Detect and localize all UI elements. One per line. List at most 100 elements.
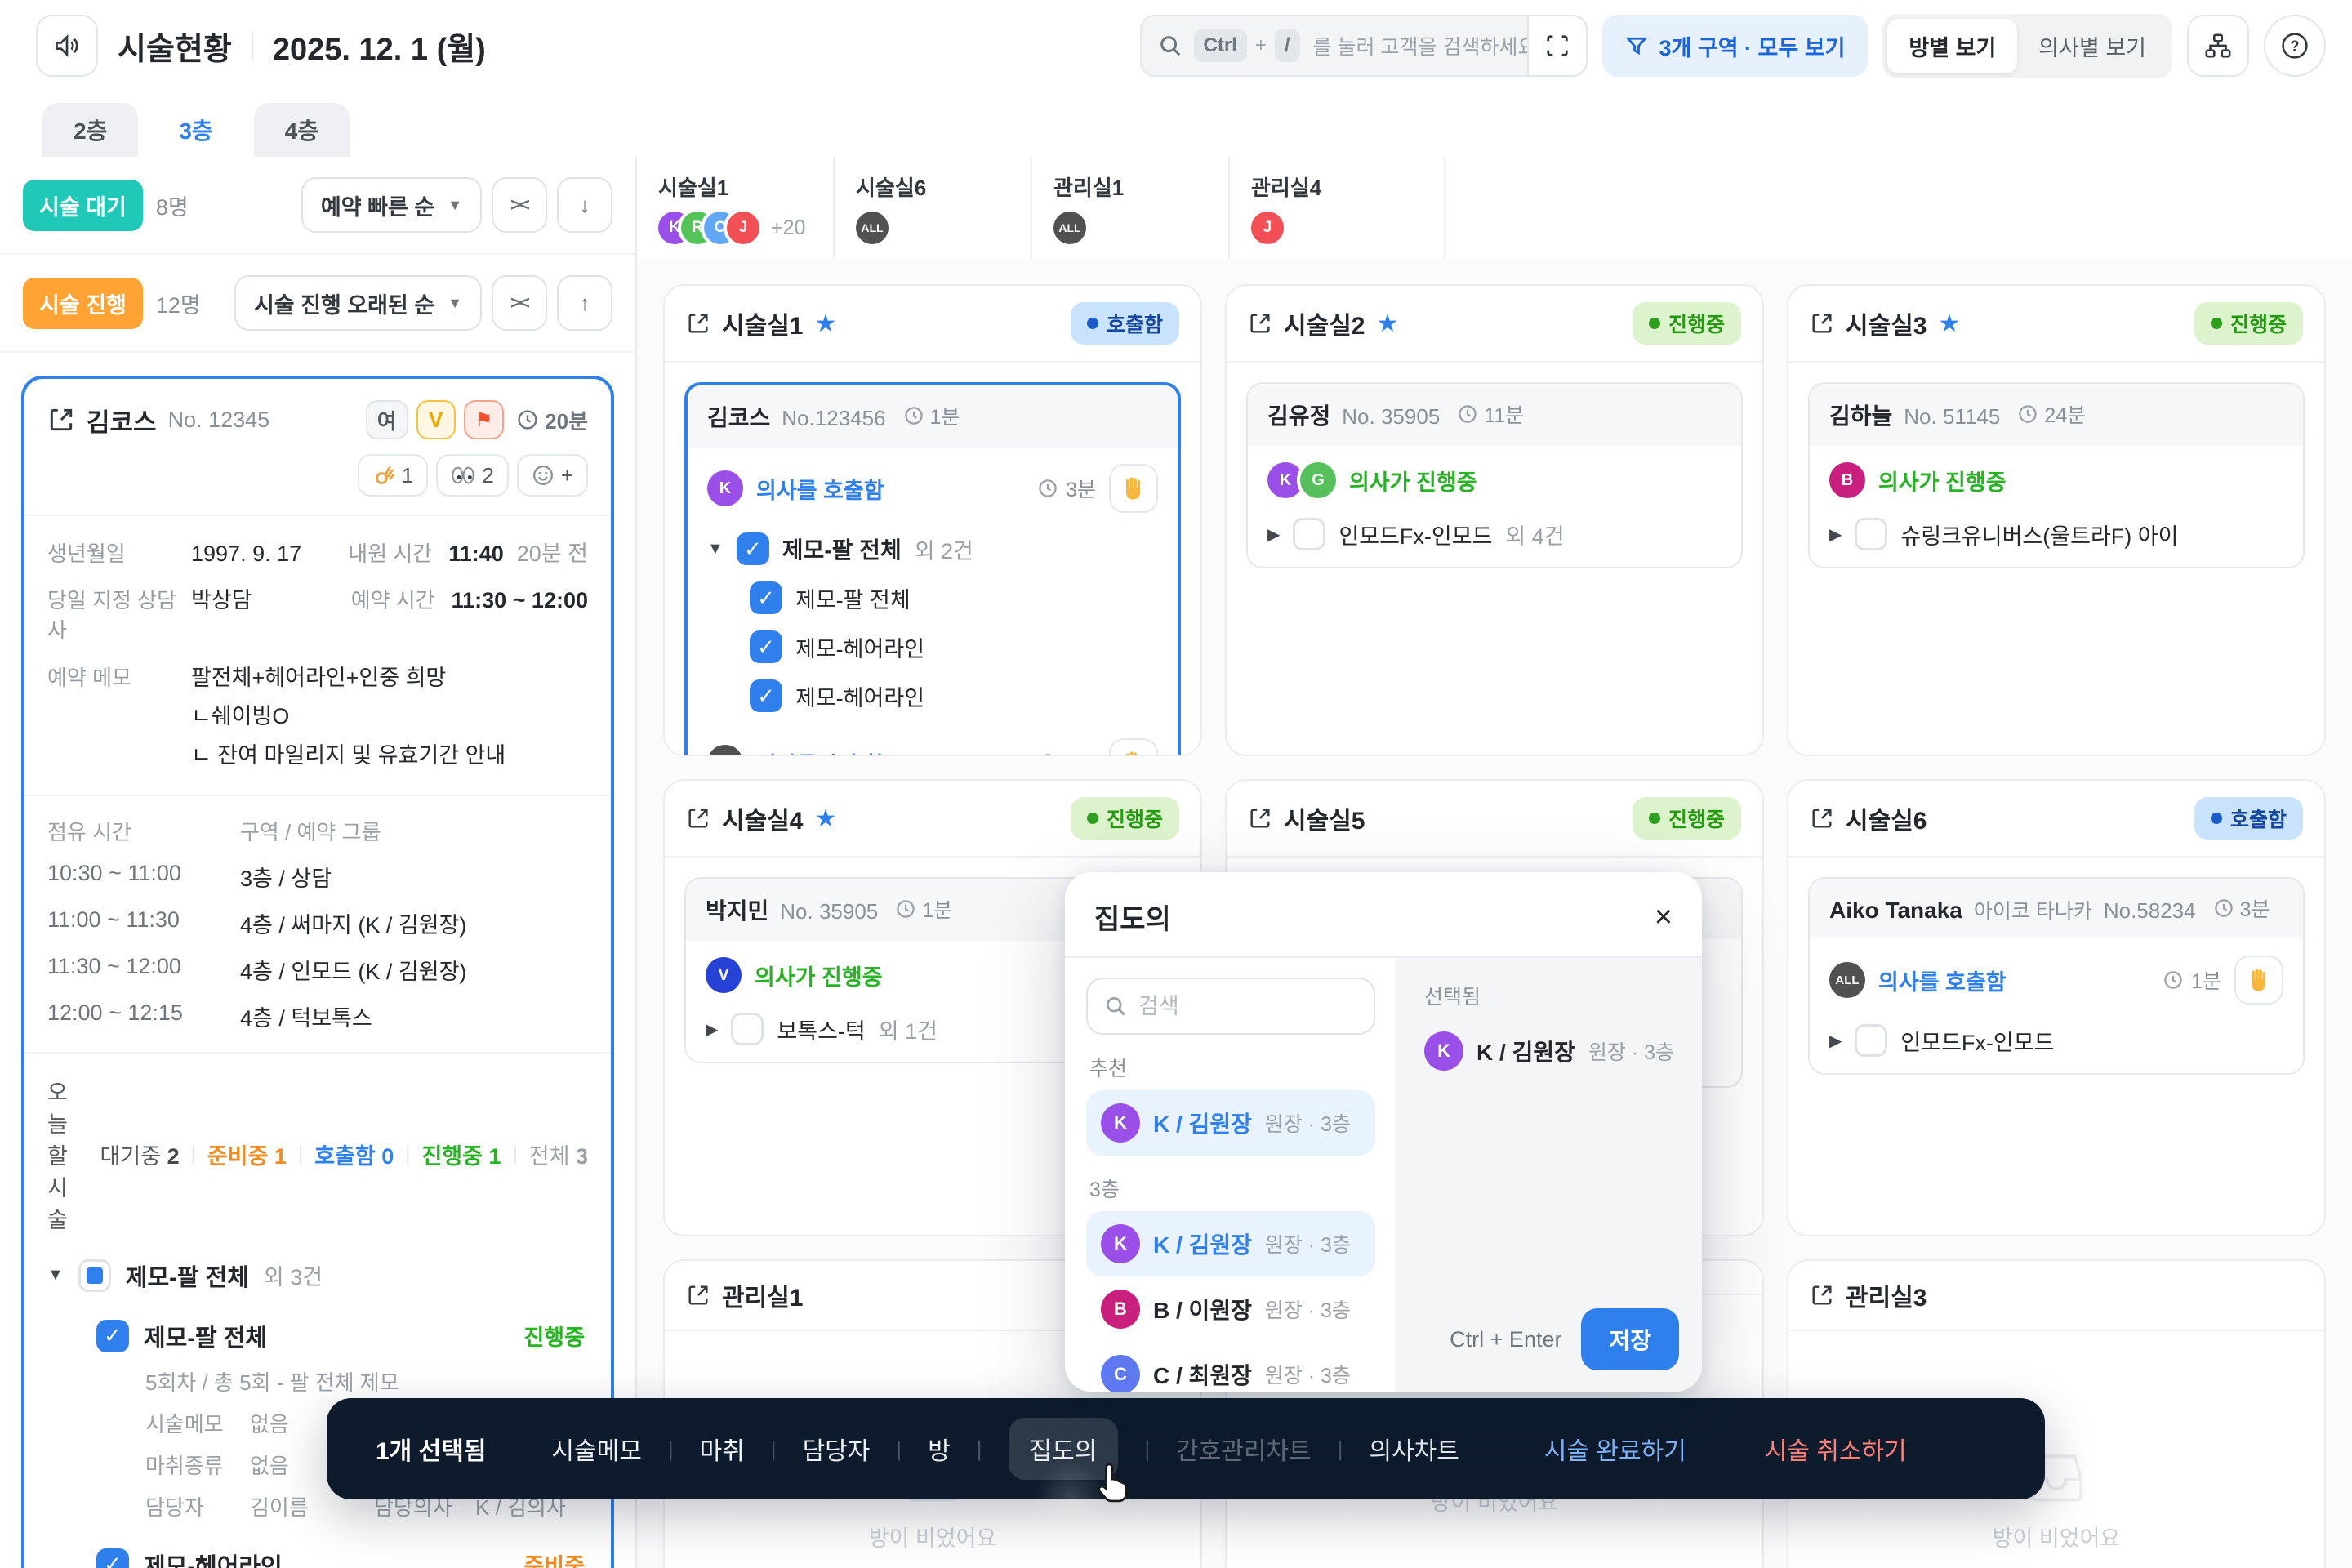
treatment-group-row[interactable]: ▼ 제모-팔 전체 외 3건 (47, 1258, 588, 1293)
complete-treatment-button[interactable]: 시술 완료하기 (1544, 1431, 1686, 1467)
action-doctor-chart[interactable]: 의사차트 (1369, 1431, 1459, 1467)
strip-cell[interactable]: 관리실4 J (1230, 157, 1446, 258)
room-card-6[interactable]: 시술실6 호출함 Aiko Tanaka 아이코 타나카 No.58234 3분 (1787, 779, 2326, 1236)
move-up-button[interactable]: ↑ (557, 275, 612, 331)
star-icon[interactable]: ★ (1377, 310, 1399, 338)
kbd-slash: / (1275, 29, 1300, 62)
caret-down-icon[interactable]: ▼ (707, 540, 724, 559)
room-patient-card[interactable]: 김유정 No. 35905 11분 K G 의사가 진행중 (1246, 382, 1743, 568)
treatment-tree-row[interactable]: ▶ 인모드Fx-인모드 (1829, 1024, 2283, 1057)
doctor-status-row: B 의사가 진행중 (1829, 462, 2283, 498)
caret-right-icon[interactable]: ▶ (706, 1019, 718, 1040)
help-button[interactable]: ? (2264, 15, 2326, 77)
tab-floor-2[interactable]: 2층 (42, 103, 138, 157)
treatment-tree-row[interactable]: ✓제모-팔 전체 (750, 581, 1158, 614)
action-anesthesia[interactable]: 마취 (700, 1431, 745, 1467)
room-card-3[interactable]: 시술실3 ★ 진행중 김하늘 No. 51145 24분 (1787, 284, 2326, 756)
checkbox-unchecked[interactable] (1855, 518, 1887, 550)
checkbox-unchecked[interactable] (1855, 1024, 1887, 1057)
patient-number: No. 35905 (780, 899, 878, 924)
room-patient-card[interactable]: Aiko Tanaka 아이코 타나카 No.58234 3분 ALL 의사를 … (1808, 877, 2305, 1075)
caret-right-icon[interactable]: ▶ (1267, 524, 1280, 545)
raise-hand-button[interactable] (1109, 464, 1158, 513)
raise-hand-button[interactable] (2234, 956, 2283, 1004)
item-checkbox[interactable]: ✓ (96, 1320, 129, 1352)
star-icon[interactable]: ★ (815, 310, 837, 338)
action-treatment-memo[interactable]: 시술메모 (551, 1431, 641, 1467)
reaction-ok-chip[interactable]: 1 (358, 454, 428, 497)
treatment-tree-row[interactable]: ▶ 슈링크유니버스(울트라F) 아이 (1829, 518, 2283, 550)
doctor-option[interactable]: B B / 이원장 원장 · 3층 (1086, 1276, 1375, 1342)
treatment-tree-row[interactable]: ▼ ✓ 제모-팔 전체 외 2건 (707, 532, 1158, 565)
action-room[interactable]: 방 (928, 1431, 951, 1467)
checkbox-unchecked[interactable] (731, 1013, 764, 1045)
strip-cell[interactable]: 시술실6 ALL (835, 157, 1032, 258)
elapsed-time: 20분 (545, 405, 588, 435)
checkbox-checked[interactable]: ✓ (750, 679, 782, 712)
waiting-sort-select[interactable]: 예약 빠른 순▼ (301, 177, 482, 233)
occupancy-table: 점유 시간 구역 / 예약 그룹 10:30 ~ 11:003층 / 상담 11… (24, 796, 611, 1054)
caret-down-icon[interactable]: ▼ (47, 1266, 64, 1285)
patient-name: 박지민 (706, 893, 768, 926)
item-checkbox[interactable]: ✓ (96, 1548, 129, 1568)
group-checkbox[interactable] (78, 1259, 111, 1292)
caret-right-icon[interactable]: ▶ (1829, 524, 1842, 545)
strip-cell[interactable]: 시술실1 K R O J +20 (637, 157, 835, 258)
sound-toggle-button[interactable] (36, 15, 98, 77)
collapse-all-button[interactable]: >< (492, 275, 547, 331)
collapse-all-button[interactable]: >< (492, 177, 547, 233)
strip-cell[interactable]: 관리실1 ALL (1032, 157, 1230, 258)
doctor-option[interactable]: K K / 김원장 원장 · 3층 (1086, 1211, 1375, 1276)
treatment-tree-row[interactable]: ▶ 인모드Fx-인모드 외 4건 (1267, 518, 1722, 550)
add-reaction-chip[interactable]: + (517, 454, 588, 497)
view-by-doctor-tab[interactable]: 의사별 보기 (2017, 19, 2167, 74)
reaction-eyes-chip[interactable]: 2 (436, 454, 508, 497)
tree-extra: 외 2건 (915, 533, 973, 565)
action-nursing-chart[interactable]: 간호관리차트 (1176, 1431, 1312, 1467)
ongoing-count: 12명 (156, 287, 201, 319)
save-button[interactable]: 저장 (1581, 1308, 1679, 1370)
move-down-button[interactable]: ↓ (557, 177, 612, 233)
action-operating-doctor[interactable]: 집도의 (1009, 1418, 1119, 1480)
action-assignee[interactable]: 담당자 (803, 1431, 871, 1467)
ongoing-sort-select[interactable]: 시술 진행 오래된 순▼ (234, 275, 482, 331)
star-icon[interactable]: ★ (815, 804, 837, 833)
treatment-tree-row[interactable]: ✓제모-헤어라인 (750, 630, 1158, 663)
patient-card[interactable]: 김코스 No. 12345 여 V ⚑ 20분 (21, 376, 614, 1568)
ongoing-queue-header: 시술 진행 12명 시술 진행 오래된 순▼ >< ↑ (0, 255, 635, 353)
checkbox-checked[interactable]: ✓ (737, 532, 769, 565)
selected-doctor[interactable]: K K / 김원장 원장 · 3층 (1421, 1018, 1677, 1084)
expand-search-button[interactable] (1527, 16, 1586, 75)
view-by-room-tab[interactable]: 방별 보기 (1887, 19, 2017, 74)
room-card-2[interactable]: 시술실2 ★ 진행중 김유정 No. 35905 11분 (1225, 284, 1764, 756)
room-card-1[interactable]: 시술실1 ★ 호출함 김코스 No.123456 1분 (663, 284, 1202, 756)
doctor-search-field[interactable] (1086, 978, 1375, 1035)
doctor-option[interactable]: K K / 김원장 원장 · 3층 (1086, 1090, 1375, 1156)
checkbox-unchecked[interactable] (1293, 518, 1325, 550)
doctor-option[interactable]: C C / 최원장 원장 · 3층 (1086, 1342, 1375, 1392)
room-structure-button[interactable] (2187, 15, 2249, 77)
cancel-treatment-button[interactable]: 시술 취소하기 (1765, 1431, 1907, 1467)
doctor-meta: 원장 · 3층 (1588, 1036, 1674, 1066)
zone-filter-button[interactable]: 3개 구역 · 모두 보기 (1602, 15, 1869, 77)
checkbox-checked[interactable]: ✓ (750, 630, 782, 663)
customer-search-input[interactable]: Ctrl + / 를 눌러 고객을 검색하세요 (1140, 15, 1588, 77)
checkbox-checked[interactable]: ✓ (750, 581, 782, 614)
cursor-pointer-icon (1097, 1462, 1131, 1503)
open-patient-icon[interactable] (47, 406, 75, 434)
birth-label: 생년월일 (47, 537, 191, 568)
close-icon[interactable]: × (1655, 902, 1673, 933)
tab-floor-4[interactable]: 4층 (254, 103, 350, 157)
occupancy-row: 10:30 ~ 11:003층 / 상담 (47, 861, 588, 893)
room-patient-card[interactable]: 김하늘 No. 51145 24분 B 의사가 진행중 ▶ (1808, 382, 2305, 568)
raise-hand-button[interactable] (1109, 738, 1158, 755)
doctor-meta: 원장 · 3층 (1265, 1229, 1351, 1258)
tab-floor-3[interactable]: 3층 (148, 103, 243, 157)
star-icon[interactable]: ★ (1939, 310, 1961, 338)
room-name: 시술실6 (1846, 800, 1927, 836)
treatment-tree-row[interactable]: ✓제모-헤어라인 (750, 679, 1158, 712)
room-patient-card[interactable]: 김코스 No.123456 1분 K 의사를 호출함 3분 (684, 382, 1181, 755)
doctor-search-input[interactable] (1138, 994, 1357, 1019)
count-waiting: 대기중 2 (100, 1138, 180, 1170)
caret-right-icon[interactable]: ▶ (1829, 1031, 1842, 1051)
